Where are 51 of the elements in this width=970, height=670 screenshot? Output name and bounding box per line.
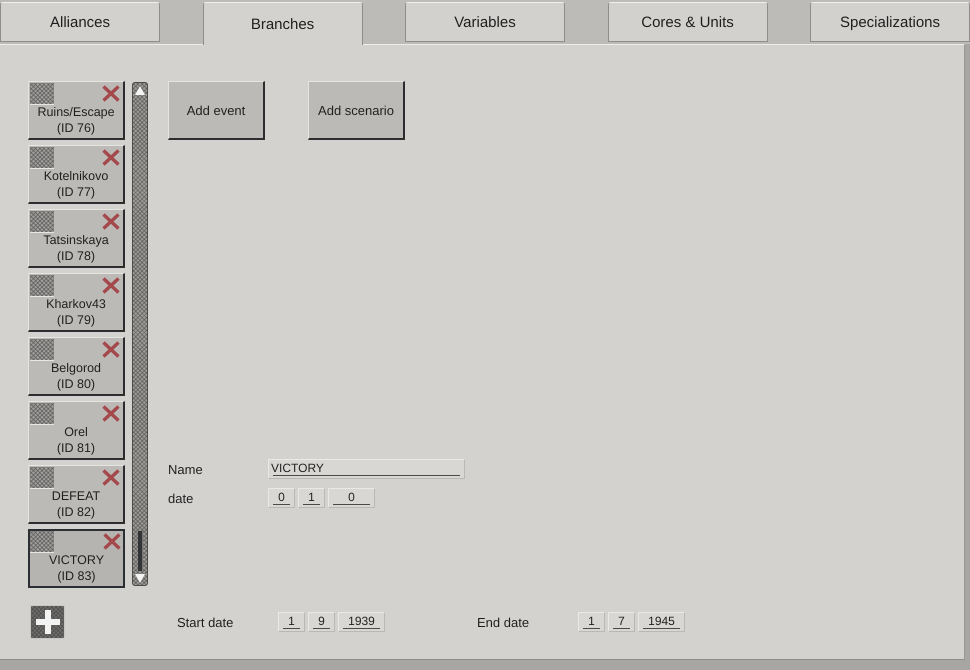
tab[interactable]: Variables bbox=[405, 2, 565, 42]
date-field[interactable]: 7 bbox=[608, 612, 635, 632]
branch-list-item[interactable]: DEFEAT (ID 82) bbox=[28, 465, 125, 524]
delete-icon[interactable] bbox=[101, 404, 121, 423]
delete-icon[interactable] bbox=[101, 212, 121, 231]
plus-icon bbox=[36, 610, 60, 634]
date-field[interactable]: 1 bbox=[578, 612, 605, 632]
date-field[interactable]: 0 bbox=[268, 488, 295, 508]
date-field[interactable]: 1945 bbox=[638, 612, 685, 632]
action-button[interactable]: Add event bbox=[168, 81, 265, 140]
tab[interactable]: Alliances bbox=[0, 2, 160, 42]
field-label: date bbox=[168, 490, 194, 506]
textured-square-icon bbox=[30, 403, 54, 425]
field-label: End date bbox=[477, 614, 530, 630]
down-arrow-icon[interactable] bbox=[135, 574, 145, 583]
textured-square-icon bbox=[30, 211, 54, 233]
date-field[interactable]: 1 bbox=[278, 612, 305, 632]
add-button[interactable] bbox=[30, 605, 65, 639]
branch-list-item[interactable]: Tatsinskaya (ID 78) bbox=[28, 209, 125, 268]
delete-icon[interactable] bbox=[101, 340, 121, 359]
branch-list-item[interactable]: Kharkov43 (ID 79) bbox=[28, 273, 125, 332]
tab[interactable]: Branches bbox=[202, 2, 362, 45]
branch-list-item[interactable]: Belgorod (ID 80) bbox=[28, 337, 125, 396]
delete-icon[interactable] bbox=[101, 148, 121, 167]
textured-square-icon bbox=[30, 531, 54, 553]
textured-square-icon bbox=[30, 83, 54, 105]
scrollbar[interactable] bbox=[132, 82, 148, 586]
tab[interactable]: Cores & Units bbox=[608, 2, 768, 42]
textured-square-icon bbox=[30, 275, 54, 297]
up-arrow-icon[interactable] bbox=[135, 86, 145, 95]
delete-icon[interactable] bbox=[101, 84, 121, 103]
action-button[interactable]: Add scenario bbox=[308, 81, 405, 140]
textured-square-icon bbox=[30, 147, 54, 169]
branch-list-item[interactable]: Kotelnikovo (ID 77) bbox=[28, 145, 125, 204]
textured-square-icon bbox=[30, 339, 54, 361]
branch-list-item[interactable]: Ruins/Escape (ID 76) bbox=[28, 81, 125, 140]
branch-list-item[interactable]: VICTORY (ID 83) bbox=[28, 529, 125, 588]
field-label: Start date bbox=[177, 614, 234, 630]
date-field[interactable]: 1 bbox=[298, 488, 325, 508]
tab[interactable]: Specializations bbox=[810, 2, 970, 42]
branch-list-item[interactable]: Orel (ID 81) bbox=[28, 401, 125, 460]
delete-icon[interactable] bbox=[101, 468, 121, 487]
date-field[interactable]: 9 bbox=[308, 612, 335, 632]
scrollbar-thumb[interactable] bbox=[138, 531, 142, 571]
date-field[interactable]: 0 bbox=[328, 488, 375, 508]
name-field[interactable]: VICTORY bbox=[268, 459, 465, 479]
date-field[interactable]: 1939 bbox=[338, 612, 385, 632]
field-label: Name bbox=[168, 462, 203, 476]
textured-square-icon bbox=[30, 467, 54, 489]
delete-icon[interactable] bbox=[101, 276, 121, 295]
delete-icon[interactable] bbox=[102, 532, 122, 551]
